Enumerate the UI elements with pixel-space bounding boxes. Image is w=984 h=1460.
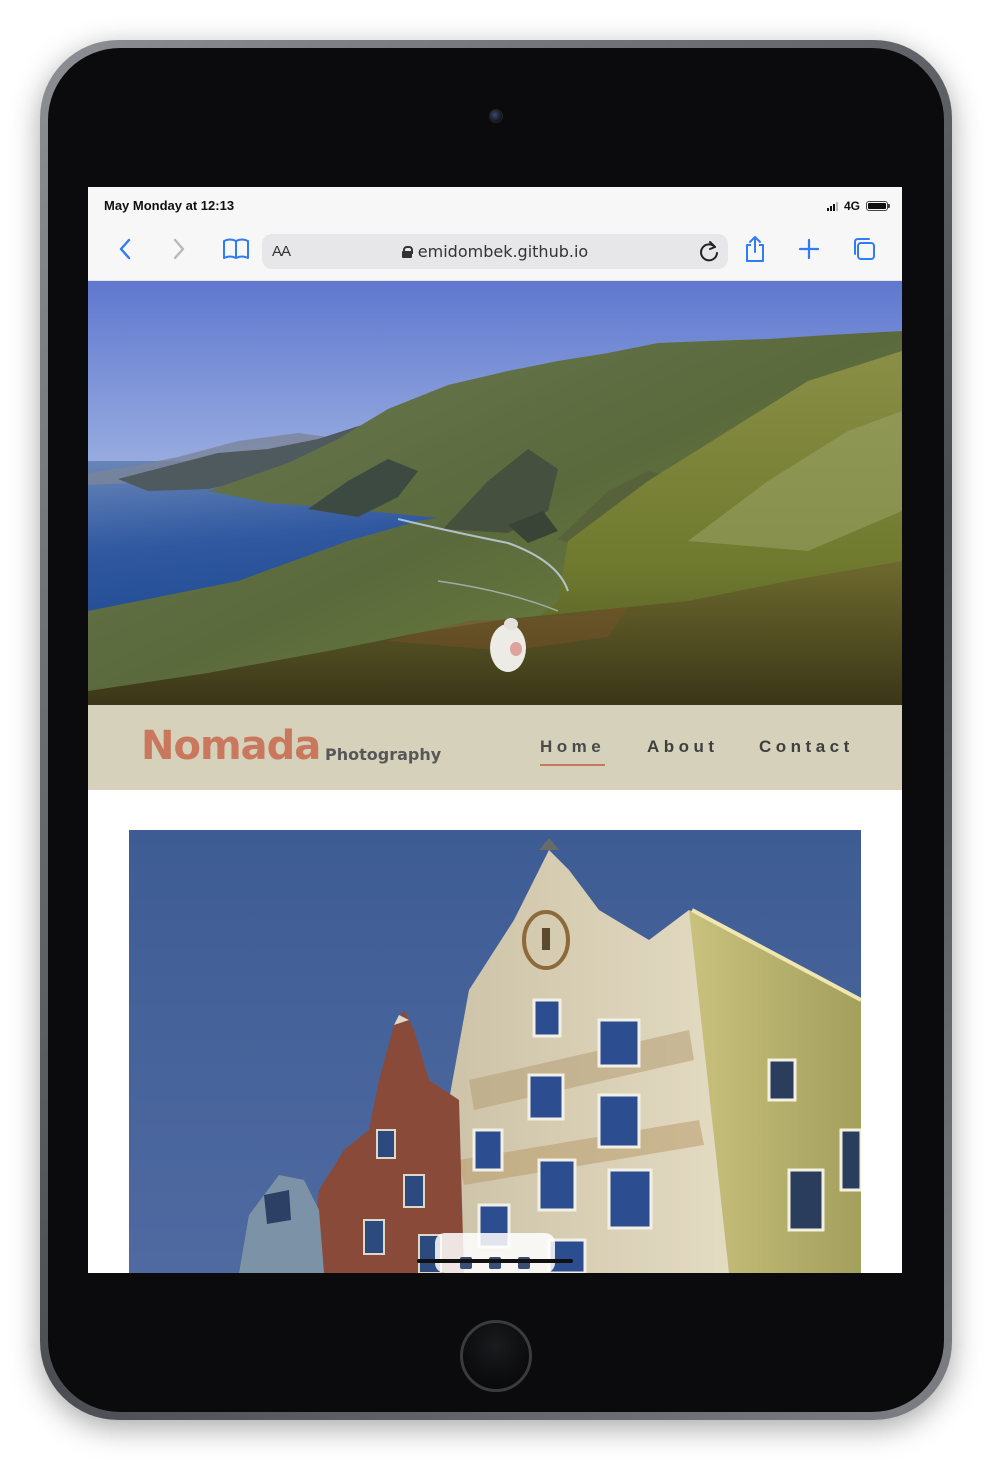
nav-contact-link[interactable]: Contact xyxy=(759,737,854,757)
brand-subtitle: Photography xyxy=(325,745,442,764)
nav-about-link[interactable]: About xyxy=(647,737,719,757)
reload-icon[interactable] xyxy=(698,239,720,268)
tabs-icon[interactable] xyxy=(849,234,879,264)
brand-logo[interactable]: Nomada xyxy=(141,723,321,769)
site-header: Nomada Photography Home About Contact xyxy=(88,705,902,790)
signal-icon xyxy=(826,201,838,211)
battery-icon xyxy=(866,201,890,211)
hero-image xyxy=(88,281,902,705)
url-text: emidombek.github.io xyxy=(417,242,589,261)
address-bar[interactable]: AA emidombek.github.io xyxy=(262,234,728,269)
lock-icon xyxy=(401,246,413,258)
home-indicator xyxy=(417,1259,573,1263)
screen: May Monday at 12:13 4G AA emidombek.gith… xyxy=(88,187,902,1273)
nav-home-link[interactable]: Home xyxy=(540,737,606,766)
gallery-image xyxy=(129,830,861,1273)
safari-toolbar: May Monday at 12:13 4G AA emidombek.gith… xyxy=(88,187,902,281)
status-time: May Monday at 12:13 xyxy=(104,198,235,213)
bookmarks-icon[interactable] xyxy=(219,234,253,264)
share-icon[interactable] xyxy=(740,234,770,264)
new-tab-icon[interactable] xyxy=(794,234,824,264)
status-indicators: 4G xyxy=(826,199,890,213)
forward-icon[interactable] xyxy=(164,234,194,264)
home-button[interactable] xyxy=(460,1320,532,1392)
front-camera xyxy=(489,109,503,123)
back-icon[interactable] xyxy=(110,234,140,264)
network-label: 4G xyxy=(843,199,860,213)
